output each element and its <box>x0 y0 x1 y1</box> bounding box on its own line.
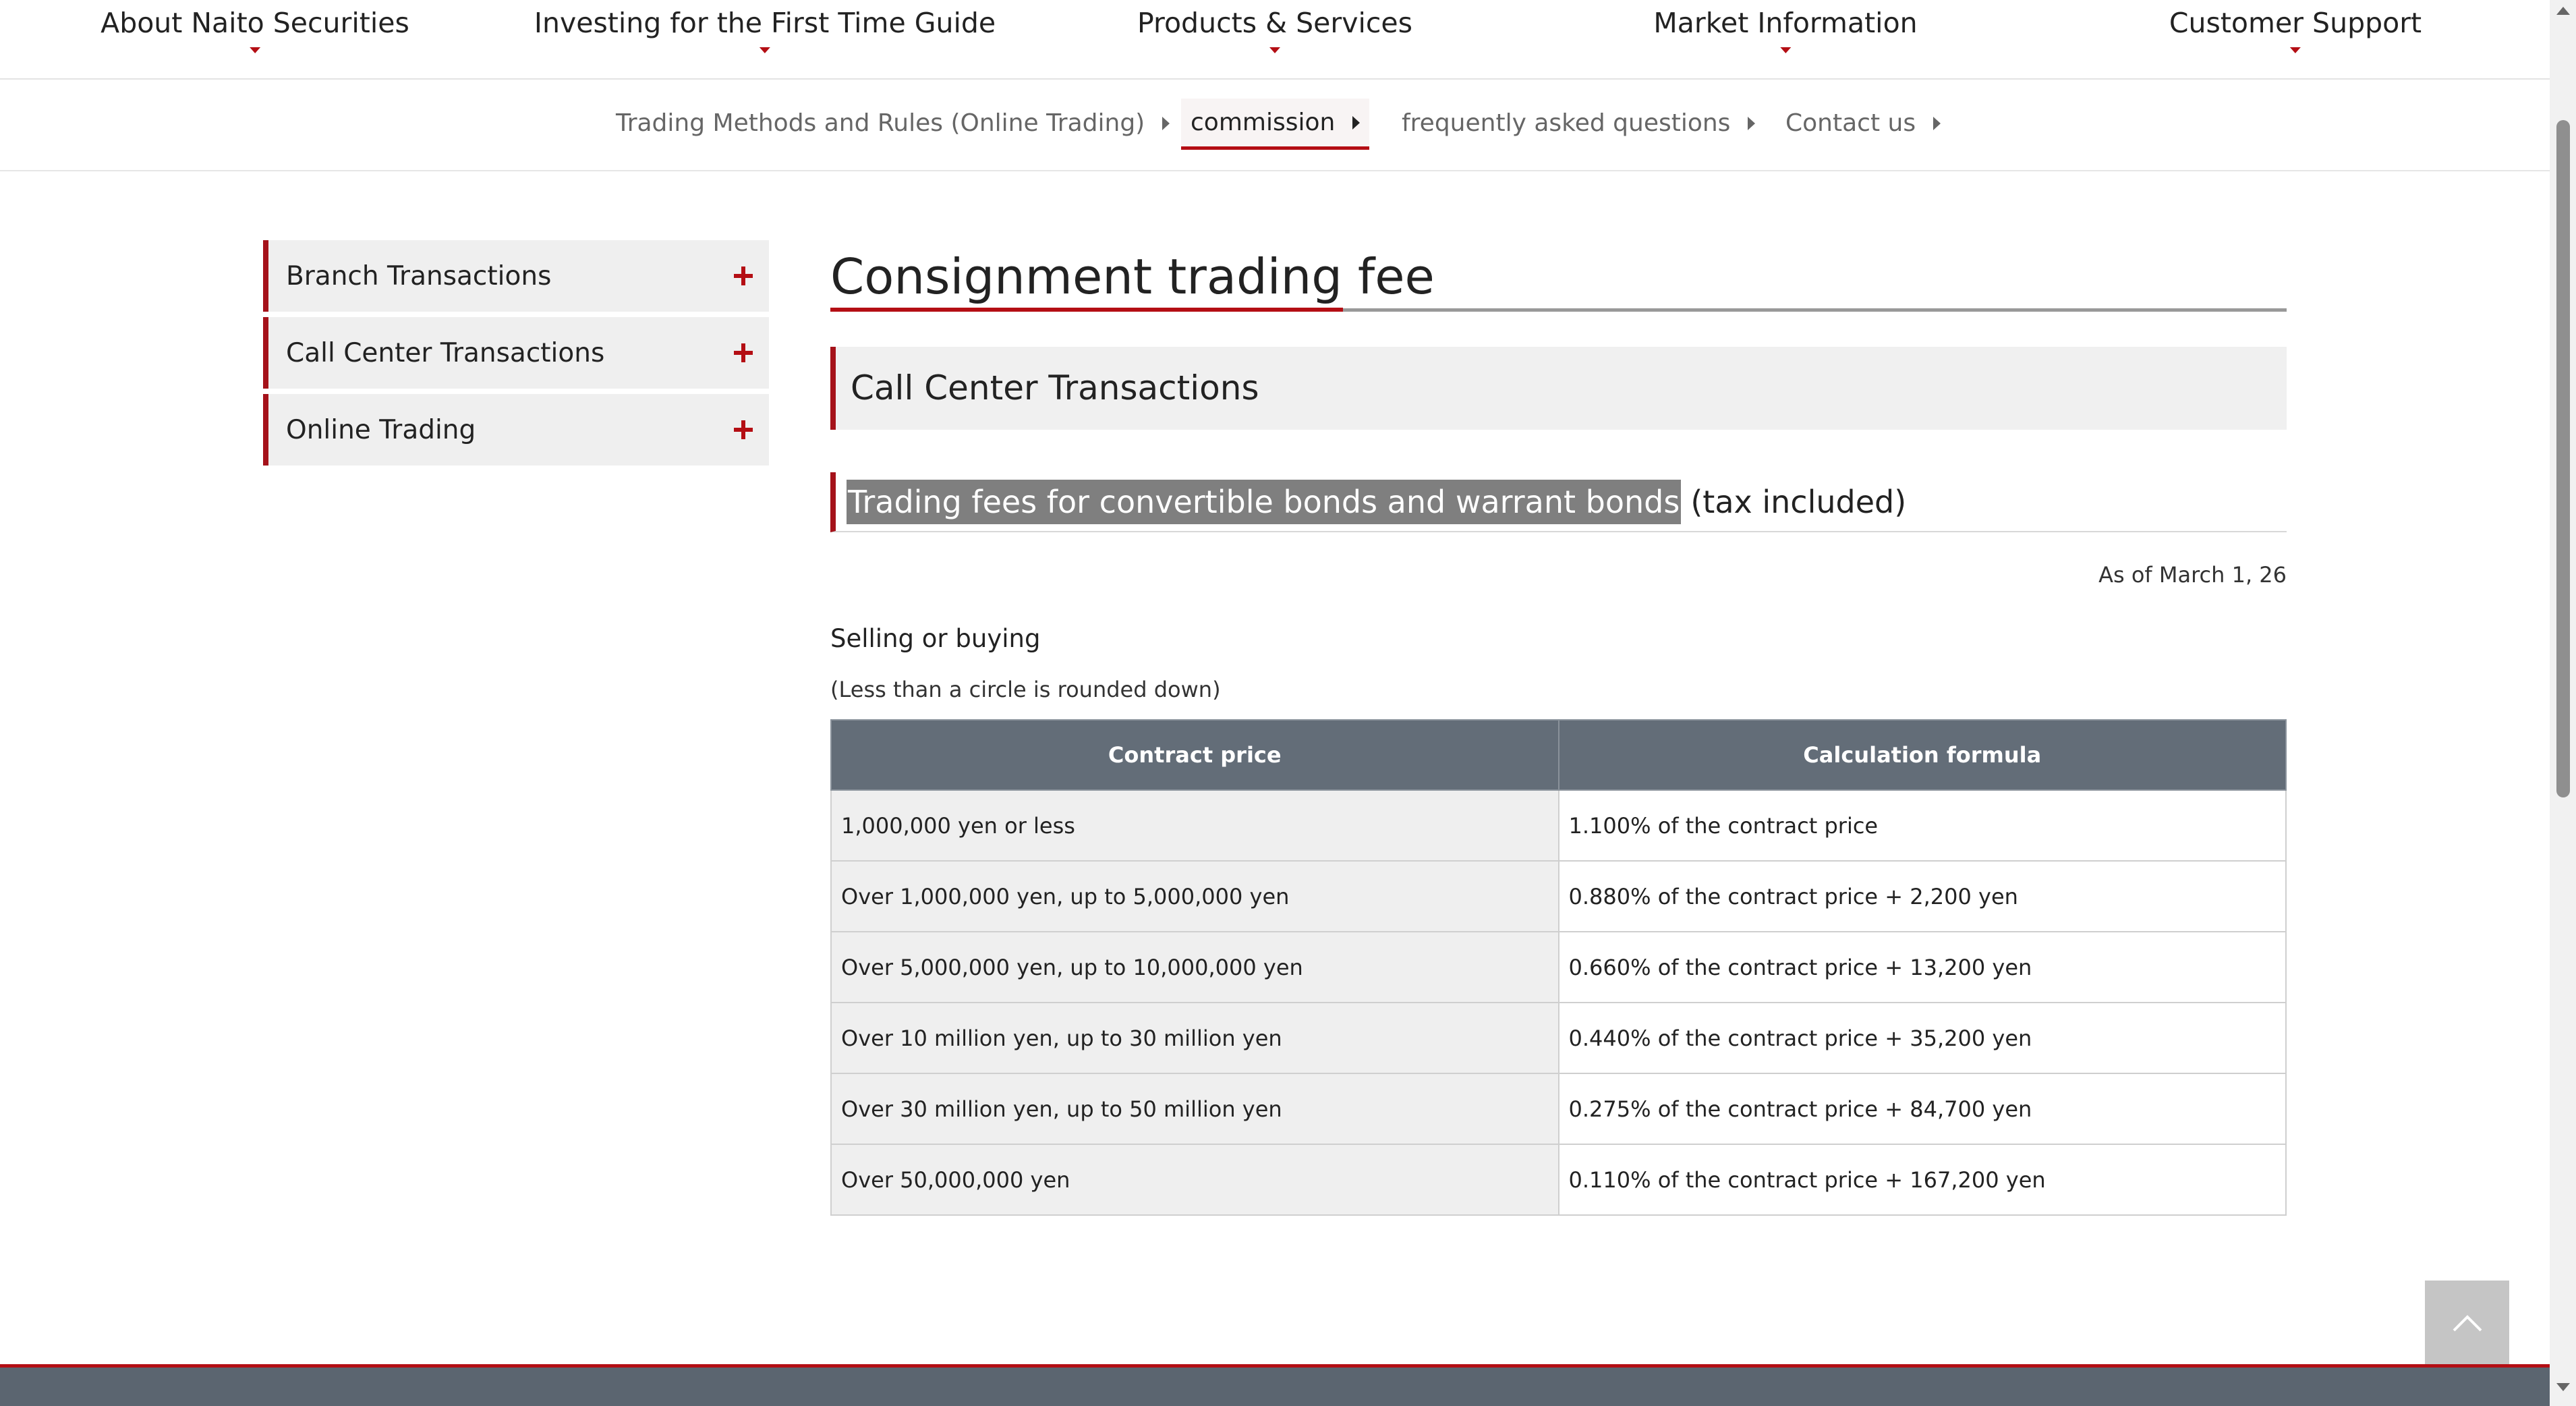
plus-icon[interactable] <box>734 420 753 439</box>
back-to-top-button[interactable] <box>2425 1281 2509 1365</box>
sub-nav: Trading Methods and Rules (Online Tradin… <box>0 81 2550 171</box>
rounding-note: (Less than a circle is rounded down) <box>830 677 1221 702</box>
page-title: Consignment trading fee <box>830 243 2287 312</box>
table-header-row: Contract price Calculation formula <box>830 719 2287 791</box>
nav-about-label: About Naito Securities <box>101 7 409 39</box>
table-row: Over 30 million yen, up to 50 million ye… <box>830 1073 2287 1145</box>
scroll-down-arrow-icon[interactable] <box>2556 1383 2570 1391</box>
nav-first-time-guide[interactable]: Investing for the First Time Guide <box>534 7 996 53</box>
sidebar-item-call-center[interactable]: Call Center Transactions <box>263 317 769 389</box>
column-header-calculation-formula: Calculation formula <box>1557 719 2287 791</box>
section-heading: Call Center Transactions <box>830 347 2287 430</box>
column-header-contract-price: Contract price <box>830 719 1559 791</box>
contract-price-cell: Over 1,000,000 yen, up to 5,000,000 yen <box>830 860 1559 932</box>
nav-products-services-label: Products & Services <box>1137 7 1412 39</box>
subnav-faq[interactable]: frequently asked questions <box>1402 109 1756 137</box>
table-row: Over 1,000,000 yen, up to 5,000,000 yen … <box>830 860 2287 932</box>
global-nav: About Naito Securities Investing for the… <box>0 0 2550 80</box>
nav-customer-support-label: Customer Support <box>2169 7 2422 39</box>
nav-about[interactable]: About Naito Securities <box>101 7 409 53</box>
formula-cell: 0.880% of the contract price + 2,200 yen <box>1557 860 2287 932</box>
sidebar-item-online-trading[interactable]: Online Trading <box>263 394 769 466</box>
sidebar-item-label: Call Center Transactions <box>286 337 605 368</box>
contract-price-cell: 1,000,000 yen or less <box>830 789 1559 862</box>
subnav-commission-label: commission <box>1191 109 1336 136</box>
sidebar-item-label: Branch Transactions <box>286 260 552 291</box>
caret-down-icon <box>1269 47 1280 53</box>
caret-down-icon <box>1780 47 1791 53</box>
formula-cell: 0.110% of the contract price + 167,200 y… <box>1557 1144 2287 1216</box>
triangle-right-icon <box>1933 116 1941 130</box>
nav-market-information[interactable]: Market Information <box>1653 7 1918 53</box>
table-row: Over 50,000,000 yen 0.110% of the contra… <box>830 1144 2287 1216</box>
subnav-contact-label: Contact us <box>1785 109 1916 137</box>
table-row: Over 10 million yen, up to 30 million ye… <box>830 1002 2287 1074</box>
contract-price-cell: Over 50,000,000 yen <box>830 1144 1559 1216</box>
scroll-up-arrow-icon[interactable] <box>2556 7 2570 15</box>
subsection-heading: Trading fees for convertible bonds and w… <box>830 472 2287 532</box>
title-underline <box>830 308 2287 312</box>
nav-products-services[interactable]: Products & Services <box>1137 7 1412 53</box>
scrollbar-thumb[interactable] <box>2556 120 2570 797</box>
page-title-text: Consignment trading fee <box>830 248 1435 305</box>
selling-or-buying-label: Selling or buying <box>830 624 1041 653</box>
subnav-trading-methods[interactable]: Trading Methods and Rules (Online Tradin… <box>616 109 1170 137</box>
caret-down-icon <box>2289 47 2301 53</box>
nav-customer-support[interactable]: Customer Support <box>2169 7 2422 53</box>
formula-cell: 0.275% of the contract price + 84,700 ye… <box>1557 1073 2287 1145</box>
table-row: Over 5,000,000 yen, up to 10,000,000 yen… <box>830 931 2287 1003</box>
contract-price-cell: Over 10 million yen, up to 30 million ye… <box>830 1002 1559 1074</box>
as-of-date: As of March 1, 26 <box>2098 562 2287 588</box>
heading-tax-note: (tax included) <box>1690 483 1907 520</box>
plus-icon[interactable] <box>734 343 753 362</box>
triangle-right-icon <box>1748 116 1756 130</box>
subnav-trading-methods-label: Trading Methods and Rules (Online Tradin… <box>616 109 1145 137</box>
nav-market-information-label: Market Information <box>1653 7 1918 39</box>
fee-table: Contract price Calculation formula 1,000… <box>830 719 2287 1216</box>
caret-down-icon <box>250 47 260 53</box>
subnav-contact[interactable]: Contact us <box>1785 109 1941 137</box>
contract-price-cell: Over 30 million yen, up to 50 million ye… <box>830 1073 1559 1145</box>
caret-down-icon <box>760 47 770 53</box>
main-content: Consignment trading fee Call Center Tran… <box>830 243 2287 1216</box>
contract-price-cell: Over 5,000,000 yen, up to 10,000,000 yen <box>830 931 1559 1003</box>
plus-icon[interactable] <box>734 266 753 285</box>
formula-cell: 0.440% of the contract price + 35,200 ye… <box>1557 1002 2287 1074</box>
formula-cell: 0.660% of the contract price + 13,200 ye… <box>1557 931 2287 1003</box>
triangle-right-icon <box>1352 115 1361 130</box>
nav-first-time-guide-label: Investing for the First Time Guide <box>534 7 996 39</box>
selected-heading-text: Trading fees for convertible bonds and w… <box>847 479 1682 524</box>
triangle-right-icon <box>1162 116 1170 130</box>
subnav-faq-label: frequently asked questions <box>1402 109 1731 137</box>
subnav-commission[interactable]: commission <box>1181 99 1370 150</box>
sidebar-item-label: Online Trading <box>286 414 476 445</box>
table-row: 1,000,000 yen or less 1.100% of the cont… <box>830 789 2287 862</box>
formula-cell: 1.100% of the contract price <box>1557 789 2287 862</box>
chevron-up-icon <box>2453 1314 2482 1331</box>
footer-bar <box>0 1364 2550 1406</box>
sidebar-item-branch-transactions[interactable]: Branch Transactions <box>263 240 769 312</box>
